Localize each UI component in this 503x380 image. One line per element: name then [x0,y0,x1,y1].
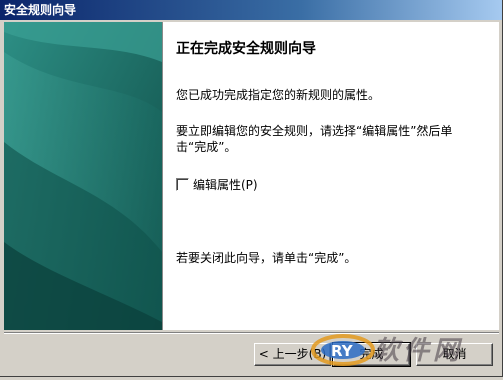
wizard-content: 正在完成安全规则向导 您已成功完成指定您的新规则的属性。 要立即编辑您的安全规则… [176,22,486,330]
close-instructions: 若要关闭此向导，请单击“完成”。 [176,251,357,265]
button-separator [4,332,499,334]
success-message: 您已成功完成指定您的新规则的属性。 [176,88,381,102]
finish-button[interactable]: 完成 [332,342,411,367]
title-bar[interactable]: 安全规则向导 [0,0,502,20]
wizard-side-banner [4,22,162,330]
banner-divider [162,22,163,330]
window-title: 安全规则向导 [4,3,77,17]
cancel-button[interactable]: 取消 [416,343,493,366]
edit-properties-label[interactable]: 编辑属性(P) [193,178,258,192]
edit-properties-checkbox[interactable] [176,178,189,191]
wizard-body: 正在完成安全规则向导 您已成功完成指定您的新规则的属性。 要立即编辑您的安全规则… [4,22,499,330]
wizard-window: 安全规则向导 正在完成安全规则向导 您已成功完成指定您的新规则的属性。 要立即编… [0,0,503,377]
edit-instructions: 要立即编辑您的安全规则，请选择“编辑属性”然后单击“完成”。 [176,124,453,154]
page-title: 正在完成安全规则向导 [176,41,316,57]
back-button[interactable]: < 上一步(B) [254,343,331,366]
edit-properties-option[interactable]: 编辑属性(P) [176,176,258,192]
